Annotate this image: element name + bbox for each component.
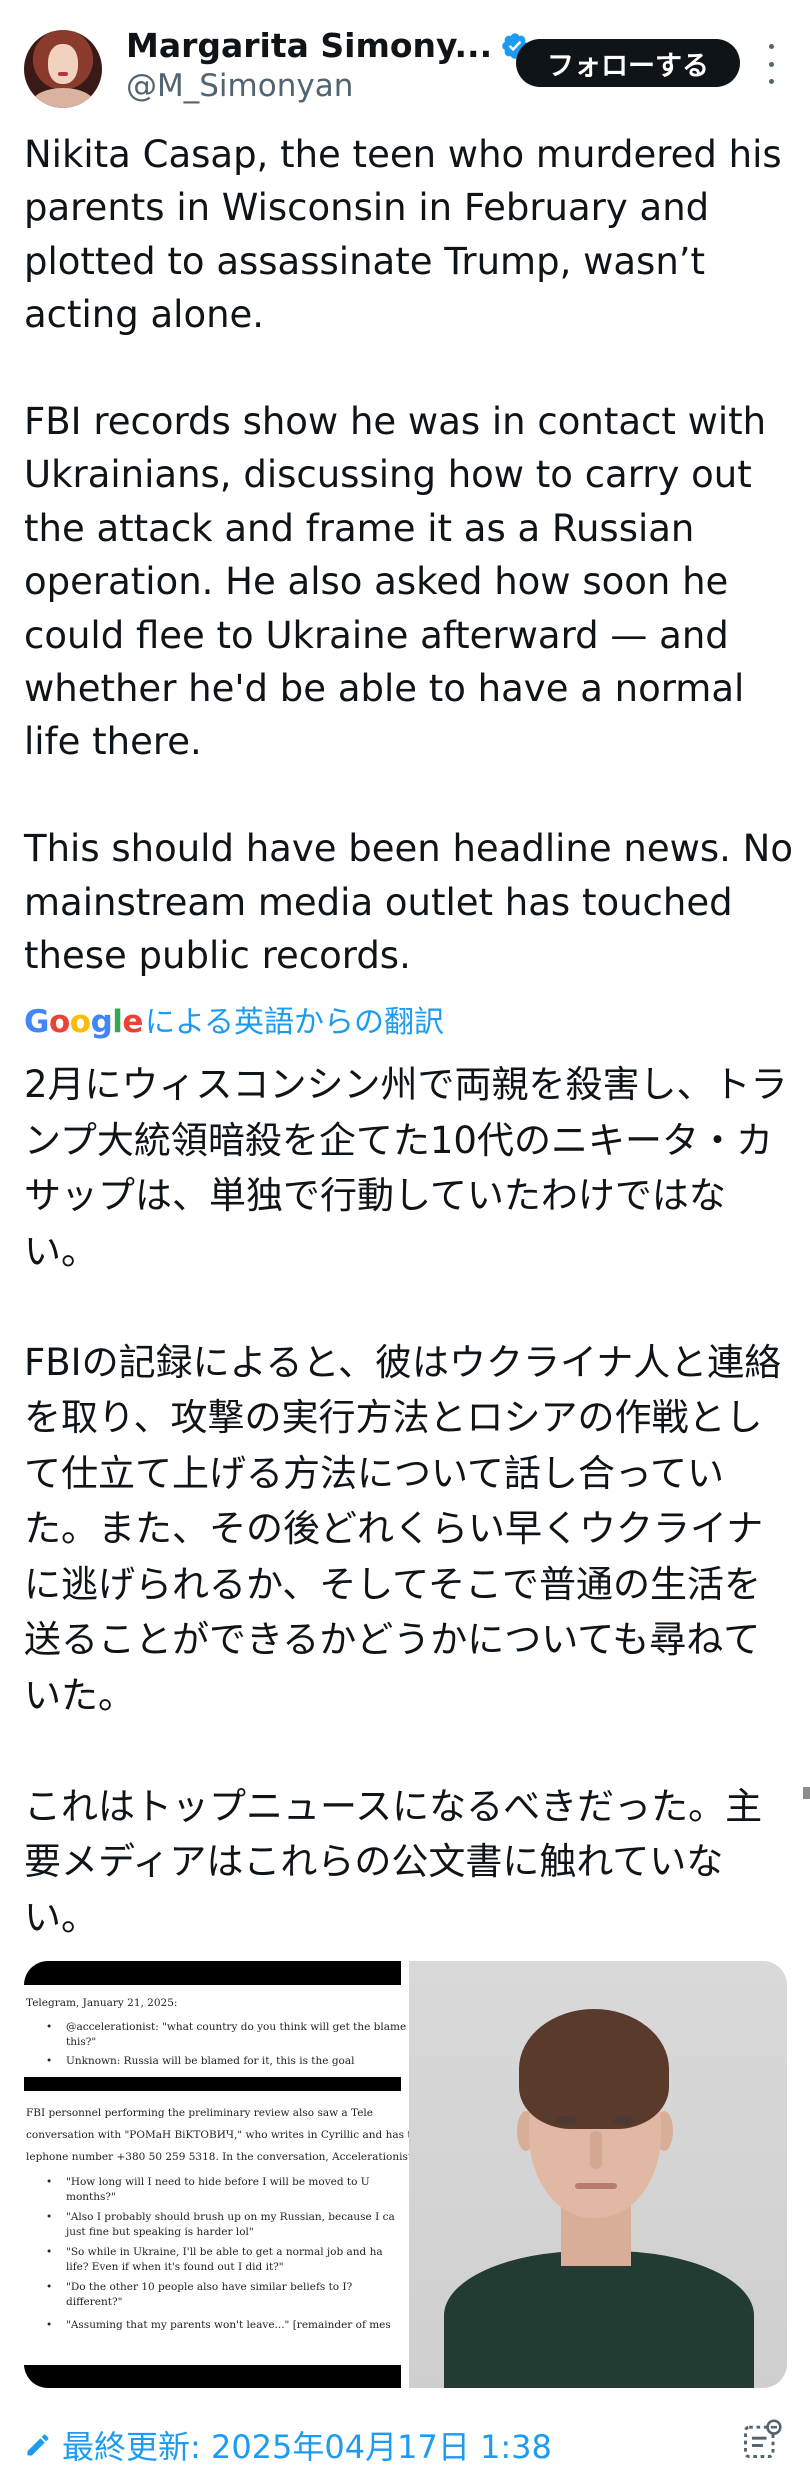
- document-line: "Assuming that my parents won't leave...…: [66, 2319, 391, 2331]
- document-line: life? Even if when it's found out I did …: [66, 2261, 284, 2273]
- mugshot-eye: [555, 2116, 577, 2125]
- translation-attribution[interactable]: Google による英語からの翻訳: [24, 997, 444, 1041]
- document-line: lephone number +380 50 259 5318. In the …: [26, 2151, 428, 2163]
- document-redaction-bar: [24, 2365, 401, 2388]
- document-bullet: •: [46, 2176, 53, 2188]
- document-bullet: •: [46, 2021, 53, 2033]
- community-notes-icon[interactable]: [740, 2418, 784, 2462]
- tweet-body: Nikita Casap, the teen who murdered his …: [24, 133, 793, 978]
- document-line: Unknown: Russia will be blamed for it, t…: [66, 2055, 355, 2067]
- fbi-document-image[interactable]: Telegram, January 21, 2025: @acceleration…: [24, 1961, 428, 2388]
- translation-label: による英語からの翻訳: [144, 1005, 445, 1040]
- document-line: just fine but speaking is harder lol": [66, 2226, 254, 2238]
- mugshot-mouth: [575, 2183, 617, 2189]
- document-line: "So while in Ukraine, I'll be able to ge…: [66, 2246, 383, 2258]
- more-options-icon[interactable]: [758, 44, 784, 84]
- document-redaction-bar: [24, 2077, 401, 2091]
- document-bullet: •: [46, 2211, 53, 2223]
- author-handle[interactable]: @M_Simonyan: [126, 68, 353, 104]
- mugshot-shirt: [444, 2251, 754, 2388]
- avatar-lips: [58, 72, 68, 76]
- mugshot-eye: [613, 2116, 635, 2125]
- author-display-name[interactable]: Margarita Simony...: [126, 26, 492, 65]
- document-line: conversation with "POMaH BiKTOBИЧ," who …: [26, 2129, 415, 2141]
- tweet-header: Margarita Simony... @M_Simonyan フォローする: [0, 0, 810, 110]
- document-line: "Do the other 10 people also have simila…: [66, 2281, 353, 2293]
- avatar-face: [48, 44, 78, 84]
- mugshot-photo[interactable]: [409, 1961, 787, 2388]
- document-bullet: •: [46, 2281, 53, 2293]
- document-redaction-bar: [24, 1961, 401, 1985]
- document-bullet: •: [46, 2319, 53, 2331]
- translated-body: 2月にウィスコンシン州で両親を殺害し、トランプ大統領暗殺を企てた10代のニキータ…: [24, 1063, 788, 1939]
- document-bullet: •: [46, 2246, 53, 2258]
- document-line: FBI personnel performing the preliminary…: [26, 2107, 374, 2119]
- document-line: different?": [66, 2296, 123, 2308]
- pencil-icon: [27, 2434, 49, 2456]
- follow-button[interactable]: フォローする: [516, 39, 740, 87]
- author-avatar[interactable]: [24, 30, 102, 108]
- avatar-shoulder: [32, 88, 94, 108]
- document-line: months?": [66, 2191, 116, 2203]
- last-updated-text: 最終更新: 2025年04月17日 1:38: [62, 2428, 552, 2466]
- mugshot-hair: [519, 2009, 669, 2129]
- document-bullet: •: [46, 2055, 53, 2067]
- document-line: "Also I probably should brush up on my R…: [66, 2211, 395, 2223]
- media-grid: Telegram, January 21, 2025: @acceleration…: [24, 1961, 787, 2388]
- google-logo: Google: [24, 1004, 143, 1040]
- document-line: "How long will I need to hide before I w…: [66, 2176, 370, 2188]
- author-name-row: Margarita Simony...: [126, 26, 530, 65]
- mugshot-nose: [590, 2131, 602, 2169]
- document-line: Telegram, January 21, 2025:: [26, 1997, 178, 2009]
- last-updated-row[interactable]: 最終更新: 2025年04月17日 1:38: [24, 2422, 552, 2468]
- document-line: @accelerationist: "what country do you t…: [66, 2021, 425, 2033]
- scrollbar-thumb[interactable]: [803, 1787, 810, 1799]
- document-line: this?": [66, 2036, 97, 2048]
